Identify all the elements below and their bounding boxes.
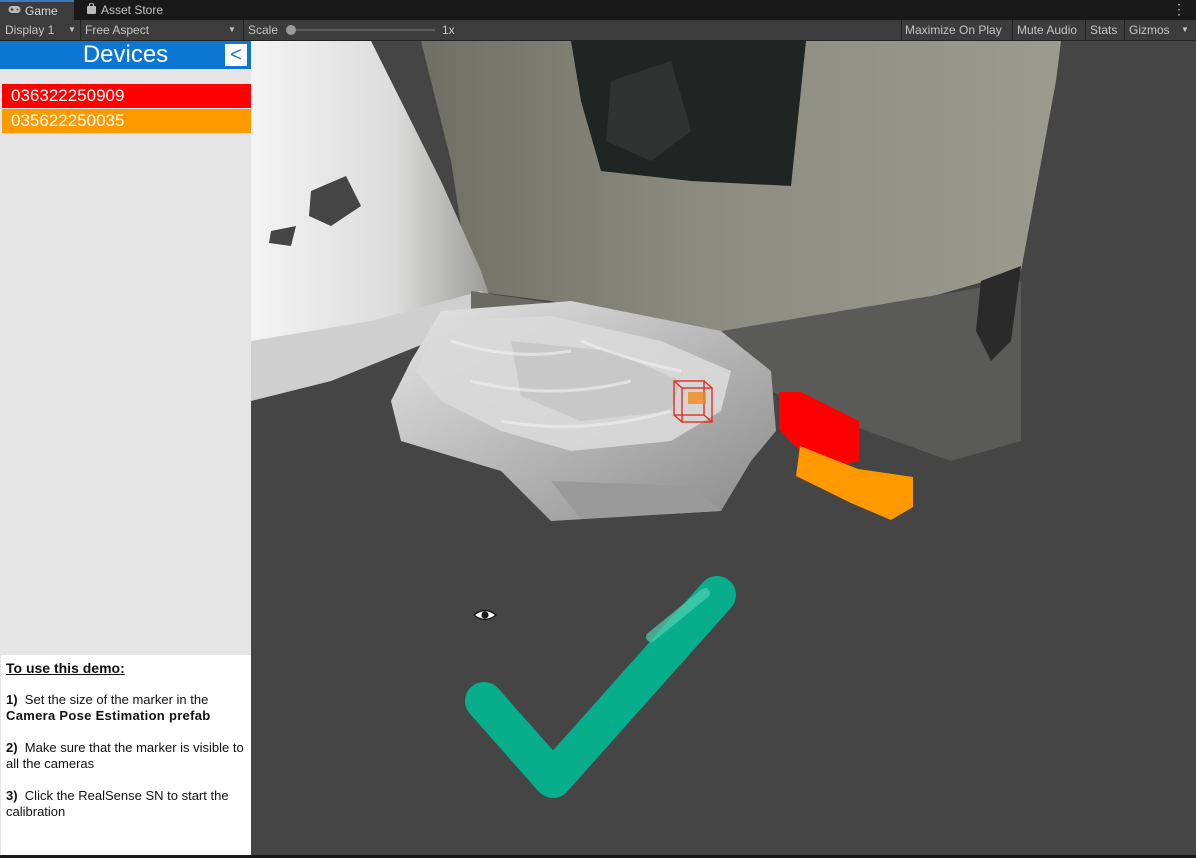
- instructions-heading: To use this demo:: [6, 660, 125, 676]
- display-dropdown[interactable]: Display 1 ▼: [5, 20, 77, 40]
- device-button[interactable]: 035622250035: [2, 109, 251, 133]
- point-cloud-scene: [251, 41, 1196, 855]
- panel-title: Devices: [82, 41, 169, 68]
- stats-toggle[interactable]: Stats: [1090, 20, 1117, 40]
- aspect-dropdown[interactable]: Free Aspect ▼: [85, 20, 240, 40]
- devices-header: Devices <: [0, 41, 251, 69]
- collapse-panel-button[interactable]: <: [225, 44, 247, 66]
- scale-slider-track[interactable]: [290, 29, 435, 31]
- chevron-down-icon: ▼: [1181, 25, 1189, 34]
- chevron-down-icon: ▼: [68, 25, 76, 34]
- shopping-bag-icon: [86, 2, 97, 17]
- scale-label: Scale: [248, 23, 279, 37]
- devices-panel: Devices < 036322250909 035622250035 To u…: [0, 41, 251, 855]
- tab-game[interactable]: Game: [0, 0, 74, 20]
- scale-value: 1x: [442, 23, 455, 37]
- aspect-dropdown-label: Free Aspect: [85, 23, 150, 37]
- gizmos-label: Gizmos: [1129, 23, 1170, 37]
- gamepad-icon: [8, 5, 21, 17]
- instructions-box: To use this demo: 1) Set the size of the…: [1, 655, 251, 855]
- tab-asset-store[interactable]: Asset Store: [78, 0, 178, 20]
- mute-audio-toggle[interactable]: Mute Audio: [1017, 20, 1077, 40]
- chevron-down-icon: ▼: [228, 25, 236, 34]
- display-dropdown-label: Display 1: [5, 23, 55, 37]
- tab-asset-store-label: Asset Store: [101, 3, 164, 17]
- tab-bar: Game Asset Store ⋮: [0, 0, 1196, 21]
- instruction-step-2: 2) Make sure that the marker is visible …: [6, 740, 244, 771]
- tab-game-label: Game: [25, 4, 58, 18]
- more-options-icon[interactable]: ⋮: [1172, 1, 1186, 17]
- maximize-on-play-toggle[interactable]: Maximize On Play: [905, 20, 1002, 40]
- device-button[interactable]: 036322250909: [2, 84, 251, 108]
- instruction-step-3: 3) Click the RealSense SN to start the c…: [6, 788, 229, 819]
- game-toolbar: Display 1 ▼ Free Aspect ▼ Scale 1x Maxim…: [0, 20, 1196, 41]
- game-viewport[interactable]: [251, 41, 1196, 855]
- gizmos-dropdown[interactable]: Gizmos ▼: [1129, 20, 1193, 40]
- instruction-step-1: 1) Set the size of the marker in the Cam…: [6, 692, 211, 723]
- scale-slider-handle[interactable]: [286, 25, 296, 35]
